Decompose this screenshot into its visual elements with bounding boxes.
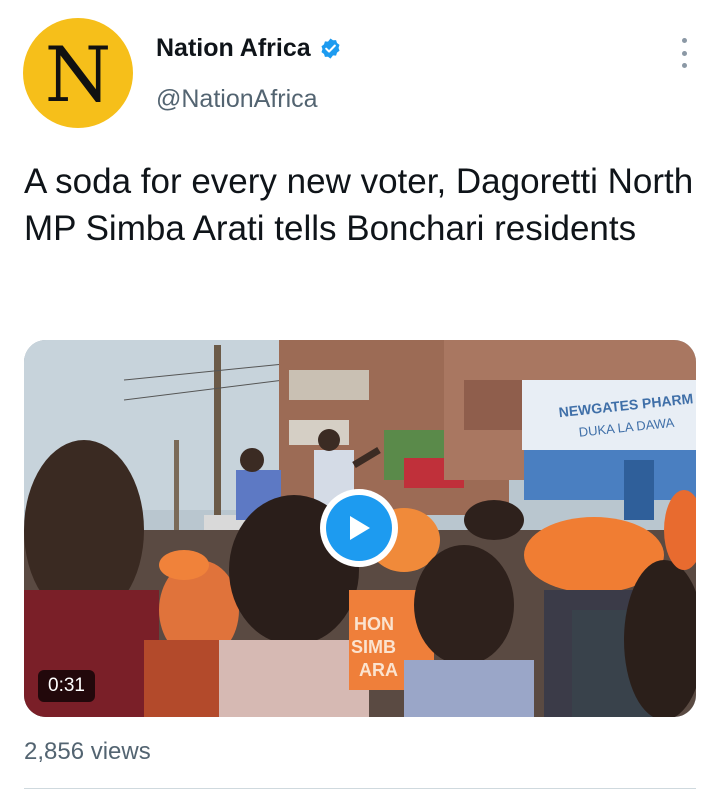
more-vertical-icon[interactable] (678, 38, 690, 68)
avatar-letter: N (44, 30, 112, 119)
author-avatar[interactable]: N (23, 18, 133, 128)
video-player[interactable]: NEWGATES PHARM DUKA LA DAWA HON SIMB ARA (24, 340, 696, 717)
author-handle[interactable]: @NationAfrica (156, 85, 318, 114)
author-name-row: Nation Africa (156, 34, 342, 63)
author-name[interactable]: Nation Africa (156, 34, 311, 63)
shirt-text-2: SIMB (351, 637, 396, 657)
verified-badge-icon (319, 37, 342, 60)
divider (24, 788, 696, 789)
play-button[interactable] (320, 489, 398, 567)
shirt-text-1: HON (354, 614, 394, 634)
view-count: 2,856 views (24, 738, 151, 765)
shirt-text-3: ARA (359, 660, 398, 680)
video-duration: 0:31 (38, 670, 95, 702)
tweet-text: A soda for every new voter, Dagoretti No… (24, 162, 694, 248)
play-icon (326, 495, 392, 561)
